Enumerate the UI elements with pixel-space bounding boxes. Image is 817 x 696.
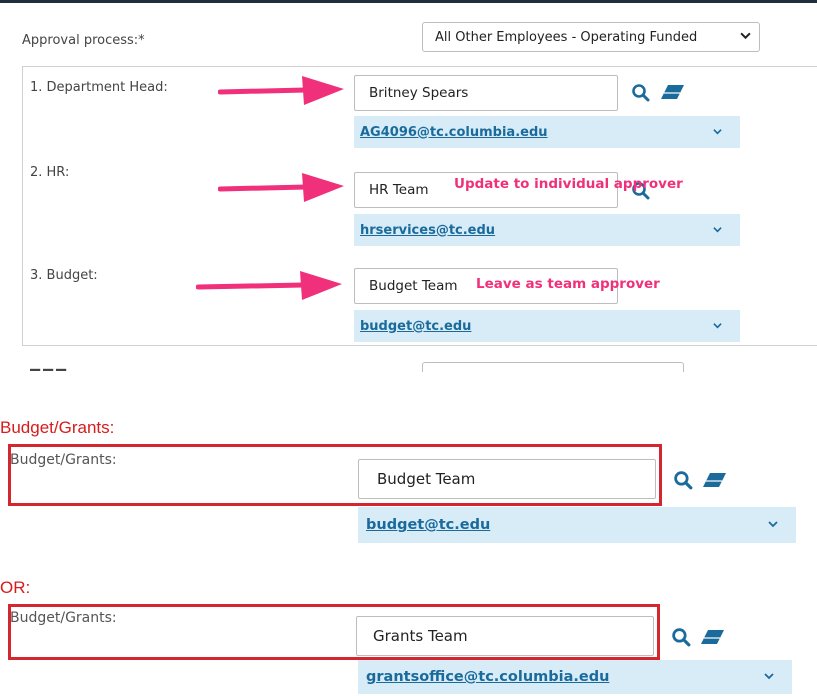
option-a-email-select[interactable]: budget@tc.edu (358, 507, 796, 543)
search-icon[interactable] (631, 83, 651, 103)
chevron-down-icon (740, 30, 751, 44)
budget-grants-heading: Budget/Grants: (0, 418, 115, 437)
or-heading: OR: (0, 578, 31, 597)
option-a-input[interactable]: Budget Team (358, 459, 656, 499)
budget-annotation: Leave as team approver (476, 276, 660, 292)
search-icon[interactable] (673, 470, 694, 491)
arrow-right-icon (218, 173, 344, 202)
hr-email: hrservices@tc.edu (360, 222, 496, 238)
option-b-email: grantsoffice@tc.columbia.edu (366, 669, 610, 685)
search-icon[interactable] (671, 627, 692, 648)
approver-label-hr: 2. HR: (30, 165, 70, 180)
eraser-icon[interactable] (660, 84, 686, 100)
department-head-input[interactable]: Britney Spears (354, 75, 618, 111)
chevron-down-icon (713, 320, 722, 333)
hr-name: HR Team (369, 182, 429, 198)
approval-process-select[interactable]: All Other Employees - Operating Funded (422, 22, 760, 52)
department-head-email-select[interactable]: AG4096@tc.columbia.edu (354, 116, 740, 148)
option-a-email: budget@tc.edu (366, 517, 491, 533)
budget-email-select[interactable]: budget@tc.edu (354, 310, 740, 342)
chevron-down-icon (713, 126, 722, 139)
option-a-label: Budget/Grants: (10, 452, 117, 468)
arrow-right-icon (196, 271, 342, 300)
chevron-down-icon (768, 519, 778, 532)
cropped-label-fragment: ▀ ▀ ▀▀▀▀ ▀▀▀ ▀▀▀ (30, 364, 180, 371)
approval-process-value: All Other Employees - Operating Funded (435, 29, 698, 45)
approval-process-label: Approval process:* (22, 33, 145, 48)
department-head-email: AG4096@tc.columbia.edu (360, 124, 548, 140)
hr-email-select[interactable]: hrservices@tc.edu (354, 214, 740, 246)
budget-email: budget@tc.edu (360, 318, 472, 334)
option-b-email-select[interactable]: grantsoffice@tc.columbia.edu (358, 660, 792, 694)
chevron-down-icon (713, 224, 722, 237)
budget-name: Budget Team (369, 278, 458, 294)
option-a-name: Budget Team (377, 470, 476, 488)
chevron-down-icon (764, 671, 774, 684)
option-b-name: Grants Team (373, 627, 468, 645)
arrow-right-icon (218, 76, 344, 105)
approver-label-budget: 3. Budget: (30, 268, 98, 283)
approver-label-department-head: 1. Department Head: (30, 80, 168, 95)
option-b-input[interactable]: Grants Team (356, 616, 654, 656)
top-border (0, 0, 817, 3)
option-b-label: Budget/Grants: (10, 610, 117, 626)
department-head-name: Britney Spears (369, 85, 469, 101)
cropped-field (422, 362, 684, 372)
hr-annotation: Update to individual approver (454, 176, 683, 192)
eraser-icon[interactable] (702, 472, 728, 488)
eraser-icon[interactable] (700, 629, 726, 645)
